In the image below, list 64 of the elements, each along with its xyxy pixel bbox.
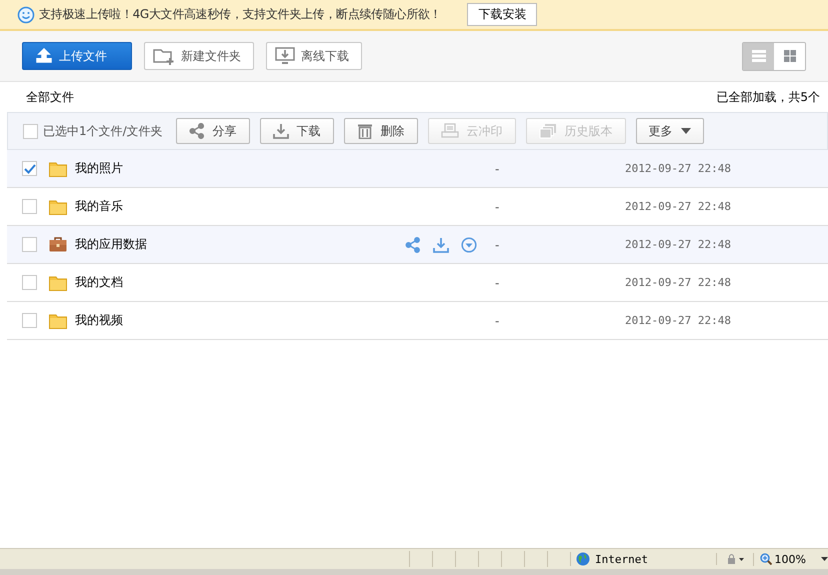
- briefcase-icon: [49, 237, 67, 252]
- smiley-icon: [17, 6, 35, 24]
- row-checkbox[interactable]: [22, 199, 37, 214]
- upload-icon: [35, 48, 53, 64]
- magnifier-icon: [760, 553, 772, 565]
- file-size: -: [495, 200, 500, 214]
- caret-icon: [680, 128, 691, 134]
- view-toggle[interactable]: [774, 42, 805, 70]
- zoom-level[interactable]: 100%: [774, 552, 806, 566]
- trash-icon: [356, 123, 373, 139]
- row-checkbox[interactable]: [22, 313, 37, 328]
- selection-count: 已选中1个文件/文件夹: [43, 122, 163, 140]
- file-row[interactable]: 我的照片 - 2012-09-27 22:48: [7, 150, 828, 188]
- row-checkbox[interactable]: [22, 237, 37, 252]
- list-view-icon: [752, 50, 766, 62]
- file-size: -: [495, 162, 500, 176]
- folder-icon: [49, 198, 67, 214]
- action-button[interactable]: 更多: [636, 118, 704, 144]
- file-size: -: [495, 314, 500, 328]
- file-date: 2012-09-27 22:48: [625, 162, 731, 175]
- file-name[interactable]: 我的视频: [75, 312, 375, 329]
- file-name[interactable]: 我的照片: [75, 160, 375, 177]
- security-zone: Internet: [595, 552, 648, 566]
- select-all-checkbox[interactable]: [23, 124, 38, 138]
- file-size: -: [495, 276, 500, 290]
- file-name[interactable]: 我的文档: [75, 274, 375, 291]
- file-row[interactable]: 我的应用数据 - 2012-09-27 22:48: [7, 226, 828, 264]
- caret-icon[interactable]: [821, 557, 828, 561]
- new-folder-icon: [153, 47, 175, 65]
- file-date: 2012-09-27 22:48: [625, 276, 731, 289]
- load-status: 已全部加载，共5个: [716, 88, 820, 106]
- row-checkbox[interactable]: [22, 275, 37, 290]
- view-toggle[interactable]: [743, 42, 774, 70]
- toolbar-button[interactable]: 新建文件夹: [144, 42, 254, 70]
- action-button[interactable]: 删除: [344, 118, 418, 144]
- banner-message: 支持极速上传啦！4G大文件高速秒传，支持文件夹上传，断点续传随心所欲！: [39, 6, 442, 23]
- download-icon: [272, 123, 289, 139]
- printer-icon: [440, 123, 459, 139]
- download-install-button[interactable]: 下载安装: [467, 3, 538, 26]
- folder-icon: [49, 312, 67, 328]
- file-row[interactable]: 我的文档 - 2012-09-27 22:48: [7, 264, 828, 302]
- action-button[interactable]: 下载: [260, 118, 334, 144]
- folder-icon: [49, 274, 67, 290]
- file-name[interactable]: 我的应用数据: [75, 236, 375, 253]
- file-date: 2012-09-27 22:48: [625, 314, 731, 327]
- file-row[interactable]: 我的视频 - 2012-09-27 22:48: [7, 302, 828, 340]
- toolbar-button[interactable]: 离线下载: [266, 42, 362, 70]
- action-button[interactable]: 分享: [176, 118, 250, 144]
- globe-icon: [576, 552, 590, 566]
- folder-icon: [49, 160, 67, 176]
- share-icon: [188, 123, 205, 139]
- stacked-pages-icon: [538, 123, 557, 139]
- monitor-download-icon: [275, 47, 295, 65]
- breadcrumb[interactable]: 全部文件: [26, 88, 74, 106]
- file-name[interactable]: 我的音乐: [75, 198, 375, 215]
- file-date: 2012-09-27 22:48: [625, 200, 731, 213]
- share-icon[interactable]: [405, 236, 421, 252]
- toolbar-button[interactable]: 上传文件: [22, 42, 132, 70]
- dropdown-circle-icon[interactable]: [461, 236, 477, 252]
- download-icon[interactable]: [433, 236, 449, 252]
- grid-view-icon: [784, 50, 796, 62]
- file-date: 2012-09-27 22:48: [625, 238, 731, 251]
- file-size: -: [495, 238, 500, 252]
- row-checkbox[interactable]: [22, 161, 37, 176]
